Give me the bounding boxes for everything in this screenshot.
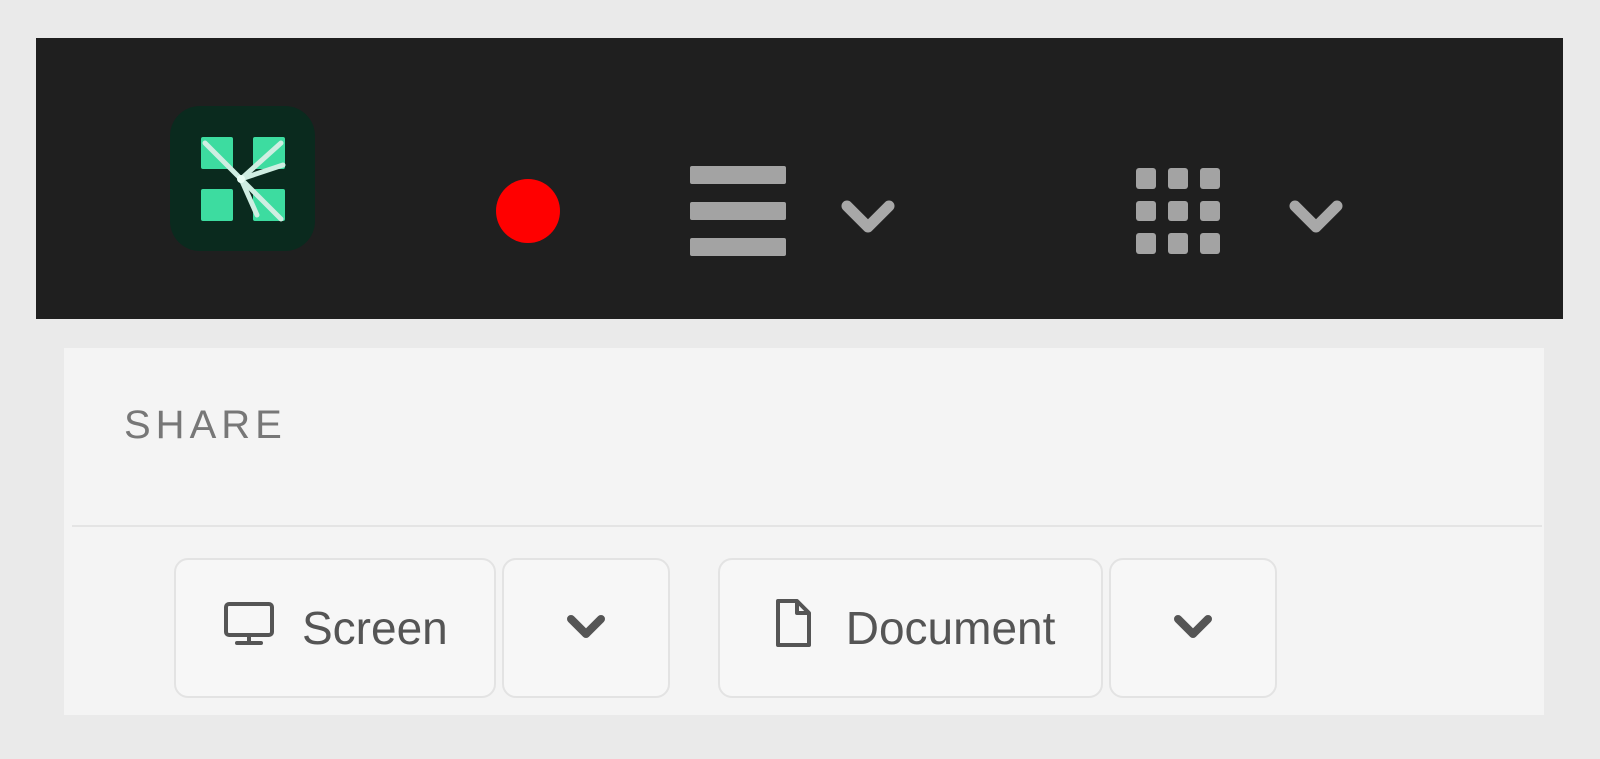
grid-view-icon[interactable] (1136, 168, 1220, 254)
grid-cell (1136, 168, 1156, 189)
monitor-icon (222, 596, 276, 661)
list-view-icon[interactable] (690, 166, 786, 256)
share-screen-group: Screen (174, 558, 670, 698)
share-options-row: Screen Document (174, 558, 1278, 698)
chevron-down-icon (558, 598, 614, 659)
app-window: SHARE Screen Document (0, 0, 1600, 759)
document-icon (766, 596, 820, 661)
share-document-dropdown-button[interactable] (1109, 558, 1278, 698)
grid-cell (1136, 200, 1156, 222)
chevron-down-icon (1165, 598, 1221, 659)
list-view-chevron-down-icon[interactable] (831, 178, 905, 252)
grid-cell (1200, 200, 1220, 222)
share-document-group: Document (717, 558, 1278, 698)
grid-cell (1168, 233, 1188, 254)
share-document-button[interactable]: Document (717, 558, 1104, 698)
grid-cell (1200, 233, 1220, 254)
share-panel: SHARE Screen Document (64, 348, 1544, 715)
grid-cell (1168, 200, 1188, 222)
grid-cell (1200, 168, 1220, 189)
list-bar (690, 166, 786, 184)
panel-divider (72, 525, 1542, 527)
list-bar (690, 238, 786, 256)
share-screen-button[interactable]: Screen (174, 558, 496, 698)
app-logo[interactable] (170, 106, 315, 251)
share-document-label: Document (845, 602, 1056, 654)
grid-cell (1168, 168, 1188, 189)
top-toolbar (36, 38, 1563, 319)
record-dot-icon[interactable] (496, 179, 560, 243)
grid-view-chevron-down-icon[interactable] (1279, 178, 1353, 252)
list-bar (690, 202, 786, 220)
share-screen-label: Screen (302, 602, 448, 654)
share-screen-dropdown-button[interactable] (501, 558, 670, 698)
kaltura-logo-icon (195, 131, 291, 227)
share-section-title: SHARE (124, 403, 287, 447)
grid-cell (1136, 233, 1156, 254)
